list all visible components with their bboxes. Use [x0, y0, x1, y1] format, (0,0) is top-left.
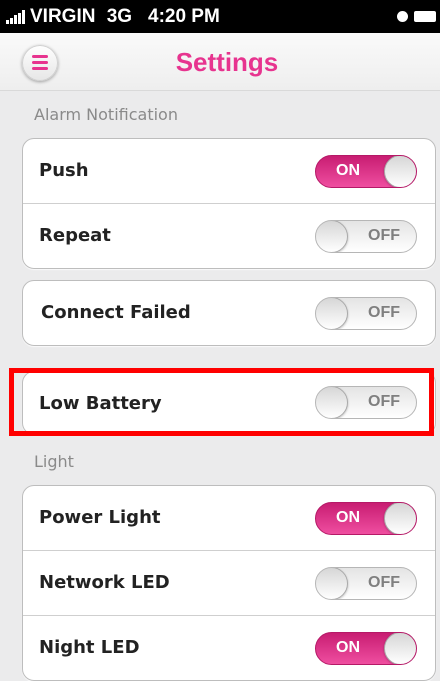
setting-row-power-light: Power Light ON: [23, 486, 435, 550]
toggle-state: OFF: [368, 304, 400, 321]
setting-row-connect-failed: Connect Failed OFF: [23, 281, 435, 345]
connect-failed-group: Connect Failed OFF: [22, 280, 436, 346]
setting-row-push: Push ON: [23, 139, 435, 203]
toggle-state: OFF: [368, 574, 400, 591]
power-light-toggle[interactable]: ON: [315, 502, 417, 535]
toggle-knob: [316, 221, 348, 252]
alarm-group: Push ON Repeat OFF: [22, 138, 436, 269]
push-label: Push: [39, 160, 89, 181]
carrier-label: VIRGIN 3G: [30, 6, 132, 28]
status-bar: VIRGIN 3G 4:20 PM: [0, 0, 440, 33]
low-battery-toggle[interactable]: OFF: [315, 386, 417, 419]
connect-failed-toggle[interactable]: OFF: [315, 297, 417, 330]
orientation-lock-icon: [397, 11, 408, 22]
night-led-label: Night LED: [39, 637, 140, 658]
toggle-knob: [316, 568, 348, 599]
low-battery-label: Low Battery: [39, 393, 162, 414]
network-type: 3G: [106, 6, 133, 27]
toggle-state: ON: [336, 639, 360, 656]
toggle-state: ON: [336, 162, 360, 179]
battery-icon: [414, 11, 436, 22]
network-led-toggle[interactable]: OFF: [315, 567, 417, 600]
signal-strength-icon: [6, 10, 26, 24]
setting-row-low-battery: Low Battery OFF: [23, 372, 435, 434]
toggle-knob: [384, 156, 416, 187]
setting-row-network-led: Network LED OFF: [23, 550, 435, 615]
connect-failed-label: Connect Failed: [41, 302, 191, 323]
navigation-bar: Settings: [0, 33, 440, 91]
toggle-knob: [384, 503, 416, 534]
toggle-state: OFF: [368, 393, 400, 410]
toggle-knob: [316, 387, 348, 418]
repeat-toggle[interactable]: OFF: [315, 220, 417, 253]
repeat-label: Repeat: [39, 225, 111, 246]
toggle-state: OFF: [368, 227, 400, 244]
network-led-label: Network LED: [39, 572, 170, 593]
section-header-alarm: Alarm Notification: [34, 105, 178, 124]
low-battery-group: Low Battery OFF: [22, 371, 436, 435]
night-led-toggle[interactable]: ON: [315, 632, 417, 665]
toggle-knob: [384, 633, 416, 664]
light-group: Power Light ON Network LED OFF Night LED…: [22, 485, 436, 681]
section-header-light: Light: [34, 452, 74, 471]
page-title: Settings: [175, 47, 279, 77]
toggle-knob: [316, 298, 348, 329]
toggle-state: ON: [336, 509, 360, 526]
carrier-name: VIRGIN: [30, 6, 96, 27]
setting-row-repeat: Repeat OFF: [23, 203, 435, 268]
status-time: 4:20 PM: [148, 6, 220, 27]
power-light-label: Power Light: [39, 507, 161, 528]
setting-row-night-led: Night LED ON: [23, 615, 435, 680]
push-toggle[interactable]: ON: [315, 155, 417, 188]
